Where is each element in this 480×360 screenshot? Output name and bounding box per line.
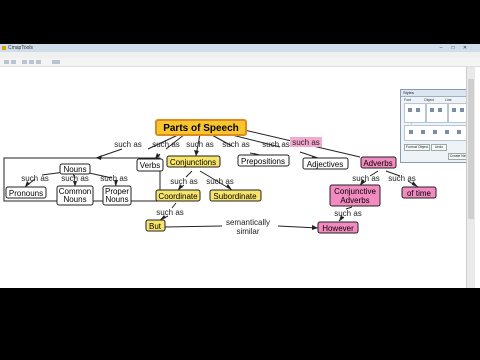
toolbar-button[interactable] [11,60,16,64]
window-title: CmapTools [8,45,34,51]
link-such-as[interactable]: such as [206,177,234,186]
node-label: Nouns [105,195,128,204]
node-parts-of-speech[interactable]: Parts of Speech [155,119,247,136]
font-style-group[interactable] [404,103,426,123]
node-label: Prepositions [241,157,285,166]
maximize-icon[interactable]: □ [448,45,458,51]
link-such-as[interactable]: such as [352,174,380,183]
toolbar-button[interactable] [22,60,27,64]
format-object-button[interactable]: Format Object [404,144,430,151]
close-icon[interactable]: ✕ [460,45,470,51]
node-coordinate[interactable]: Coordinate [155,189,201,202]
styles-panel-title: Styles [401,90,471,97]
link-such-as[interactable]: such as [100,174,128,183]
link-such-as[interactable]: such as [388,174,416,183]
link-semantically-similar[interactable]: similar [236,227,259,236]
node-adverbs[interactable]: Adverbs [360,156,397,169]
toolbar-button[interactable] [29,60,34,64]
object-style-group[interactable] [426,103,448,123]
link-such-as-highlighted[interactable]: such as [292,138,320,147]
node-but[interactable]: But [145,219,166,232]
link-such-as[interactable]: such as [21,174,49,183]
node-label: Subordinate [213,192,257,201]
node-label: Parts of Speech [163,123,239,134]
node-label: Adverbs [340,196,369,205]
node-subordinate[interactable]: Subordinate [209,189,262,202]
node-pronouns[interactable]: Pronouns [5,186,47,199]
link-semantically-similar[interactable]: semantically [226,218,270,227]
section-line-label: Line [445,98,452,102]
link-such-as[interactable]: such as [170,177,198,186]
styles-panel: Styles Font Object Line CMap Format Obje… [400,89,472,163]
link-such-as[interactable]: such as [334,209,362,218]
link-such-as[interactable]: such as [156,208,184,217]
node-conjunctive-adverbs[interactable]: Conjunctive Adverbs [329,184,381,207]
vertical-scrollbar[interactable] [466,67,475,288]
node-proper-nouns[interactable]: Proper Nouns [102,185,132,206]
title-bar: CmapTools – □ ✕ [0,44,480,52]
node-prepositions[interactable]: Prepositions [237,154,290,167]
toolbar [0,58,480,67]
node-adjectives[interactable]: Adjectives [302,157,349,170]
node-of-time[interactable]: of time [401,186,437,199]
node-common-nouns[interactable]: Common Nouns [56,185,94,206]
link-such-as[interactable]: such as [222,140,250,149]
node-label: Adverbs [363,159,392,168]
link-such-as[interactable]: such as [114,140,142,149]
node-label: Adjectives [307,160,343,169]
link-such-as[interactable]: such as [61,174,89,183]
node-label: Conjunctive [334,187,376,196]
node-nouns[interactable]: Nouns [59,163,91,175]
node-label: However [322,224,354,233]
app-window: CmapTools – □ ✕ FileEditFormatCollaborat… [0,44,480,288]
node-conjunctions[interactable]: Conjunctions [166,155,221,168]
node-label: But [149,222,162,231]
section-object-label: Object [424,98,435,102]
app-icon [2,46,6,50]
node-label: of time [407,189,432,198]
node-label: Nouns [63,165,86,174]
node-label: Conjunctions [170,158,216,167]
node-label: Coordinate [158,192,198,201]
toolbar-button[interactable] [4,60,9,64]
scrollbar-thumb[interactable] [468,79,474,219]
toolbar-button[interactable] [52,60,60,64]
section-font-label: Font [404,98,412,102]
node-label: Pronouns [9,189,43,198]
node-label: Nouns [63,195,86,204]
link-such-as[interactable]: such as [152,140,180,149]
node-however[interactable]: However [317,221,359,234]
undo-button[interactable]: Undo [431,144,447,151]
node-label: Verbs [140,161,160,170]
cmap-style-group[interactable] [404,125,470,141]
node-verbs[interactable]: Verbs [136,158,164,172]
link-such-as[interactable]: such as [186,140,214,149]
minimize-icon[interactable]: – [436,45,446,51]
link-such-as[interactable]: such as [262,140,290,149]
concept-map-canvas[interactable]: Parts of Speech Nouns Verbs Conjunctions… [0,67,472,288]
concept-map: Parts of Speech Nouns Verbs Conjunctions… [3,119,437,236]
toolbar-button[interactable] [36,60,41,64]
